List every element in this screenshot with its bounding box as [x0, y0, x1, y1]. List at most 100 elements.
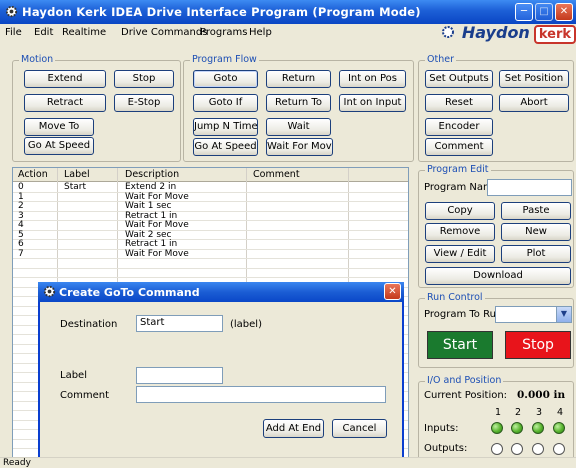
title-bar: Haydon Kerk IDEA Drive Interface Program… [0, 0, 576, 24]
cell-action: 5 [18, 229, 24, 240]
window-title: Haydon Kerk IDEA Drive Interface Program… [22, 5, 421, 19]
output-3-indicator[interactable] [532, 443, 544, 455]
maximize-button[interactable]: □ [535, 3, 553, 21]
cell-action: 6 [18, 239, 24, 249]
stop-run-button[interactable]: Stop [505, 331, 571, 359]
io-position-group: I/O and Position Current Position: 0.000… [418, 375, 574, 463]
status-bar: Ready [0, 457, 576, 468]
program-to-run-select[interactable]: ▼ [495, 306, 572, 323]
app-gear-icon [4, 4, 19, 22]
dialog-close-button[interactable]: ✕ [384, 283, 401, 300]
output-1-indicator[interactable] [491, 443, 503, 455]
output-2-indicator[interactable] [511, 443, 523, 455]
download-button[interactable]: Download [425, 267, 571, 285]
other-group-title: Other [425, 54, 456, 65]
motion-group: Motion Extend Stop Retract E-Stop Move T… [12, 54, 181, 162]
add-at-end-button[interactable]: Add At End [263, 419, 324, 438]
table-row[interactable]: 1 Wait For Move [13, 191, 408, 202]
cell-label: Start [64, 182, 86, 192]
header-description[interactable]: Description [125, 169, 179, 180]
destination-input[interactable]: Start [136, 315, 223, 332]
other-group: Other Set Outputs Set Position Reset Abo… [418, 54, 574, 162]
program-name-input[interactable] [487, 179, 572, 196]
label-field-label: Label [60, 370, 87, 381]
minimize-button[interactable]: ─ [515, 3, 533, 21]
table-row[interactable]: 0 Start Extend 2 in [13, 182, 408, 193]
encoder-button[interactable]: Encoder [425, 118, 493, 136]
program-edit-group: Program Edit Program Name: Copy Paste Re… [418, 164, 574, 288]
input-1-indicator [491, 422, 503, 434]
table-row[interactable]: 2 Wait 1 sec [13, 201, 408, 212]
table-row[interactable]: 5 Wait 2 sec [13, 229, 408, 240]
remove-button[interactable]: Remove [425, 223, 495, 241]
cell-action: 1 [18, 191, 24, 202]
comment-button[interactable]: Comment [425, 138, 493, 156]
cell-description: Wait 2 sec [125, 229, 172, 240]
menu-drive-commands[interactable]: Drive Commands [121, 27, 207, 38]
extend-button[interactable]: Extend [24, 70, 106, 88]
input-2-indicator [511, 422, 523, 434]
motion-group-title: Motion [19, 54, 56, 65]
e-stop-button[interactable]: E-Stop [114, 94, 174, 112]
go-at-speed-flow-button[interactable]: Go At Speed [193, 138, 258, 156]
wait-for-move-button[interactable]: Wait For Move [266, 138, 333, 156]
go-at-speed-motion-button[interactable]: Go At Speed [24, 137, 94, 155]
table-row[interactable]: 6 Retract 1 in [13, 239, 408, 250]
paste-button[interactable]: Paste [501, 202, 571, 220]
return-button[interactable]: Return [266, 70, 331, 88]
chevron-down-icon[interactable]: ▼ [556, 307, 571, 322]
jump-n-times-button[interactable]: Jump N Times [193, 118, 258, 136]
goto-if-button[interactable]: Goto If [193, 94, 258, 112]
stop-motion-button[interactable]: Stop [114, 70, 174, 88]
cell-action: 2 [18, 201, 24, 211]
output-4-indicator[interactable] [553, 443, 565, 455]
set-position-button[interactable]: Set Position [499, 70, 569, 88]
table-row[interactable] [13, 259, 408, 269]
set-outputs-button[interactable]: Set Outputs [425, 70, 493, 88]
menu-help[interactable]: Help [249, 27, 272, 38]
header-comment[interactable]: Comment [253, 169, 300, 180]
goto-button[interactable]: Goto [193, 70, 258, 88]
program-edit-group-title: Program Edit [425, 164, 491, 175]
cell-action: 7 [18, 248, 24, 259]
table-row[interactable]: 7 Wait For Move [13, 248, 408, 259]
return-to-button[interactable]: Return To [266, 94, 331, 112]
menu-edit[interactable]: Edit [34, 27, 53, 38]
channel-4-label: 4 [557, 407, 564, 418]
table-row[interactable] [13, 269, 408, 278]
int-on-pos-button[interactable]: Int on Pos [339, 70, 406, 88]
comment-input[interactable] [136, 386, 386, 403]
cell-description: Wait For Move [125, 191, 189, 202]
reset-button[interactable]: Reset [425, 94, 493, 112]
header-label[interactable]: Label [64, 169, 90, 180]
dialog-title-bar[interactable]: Create GoTo Command ✕ [38, 282, 404, 302]
close-window-button[interactable]: ✕ [555, 3, 573, 21]
retract-button[interactable]: Retract [24, 94, 106, 112]
menu-programs[interactable]: Programs [200, 27, 247, 38]
cell-description: Retract 1 in [125, 239, 178, 249]
copy-button[interactable]: Copy [425, 202, 495, 220]
haydon-kerk-logo: Haydon kerk [440, 23, 576, 44]
move-to-button[interactable]: Move To [24, 118, 94, 136]
menu-realtime[interactable]: Realtime [62, 27, 106, 38]
view-edit-button[interactable]: View / Edit [425, 245, 495, 263]
table-row[interactable]: 3 Retract 1 in [13, 211, 408, 221]
label-input[interactable] [136, 367, 223, 384]
dialog-cancel-button[interactable]: Cancel [332, 419, 387, 438]
start-button[interactable]: Start [427, 331, 493, 359]
table-row[interactable]: 4 Wait For Move [13, 220, 408, 231]
io-position-group-title: I/O and Position [425, 375, 504, 386]
abort-button[interactable]: Abort [499, 94, 569, 112]
run-control-group-title: Run Control [425, 292, 485, 303]
destination-hint: (label) [230, 319, 262, 330]
new-program-button[interactable]: New [501, 223, 571, 241]
int-on-input-button[interactable]: Int on Input [339, 94, 406, 112]
header-action[interactable]: Action [18, 169, 48, 180]
menu-file[interactable]: File [5, 27, 22, 38]
wait-button[interactable]: Wait [266, 118, 331, 136]
program-to-run-label: Program To Run: [424, 309, 506, 320]
program-flow-group-title: Program Flow [190, 54, 259, 65]
plot-button[interactable]: Plot [501, 245, 571, 263]
input-4-indicator [553, 422, 565, 434]
start-button-label: Start [442, 337, 478, 353]
